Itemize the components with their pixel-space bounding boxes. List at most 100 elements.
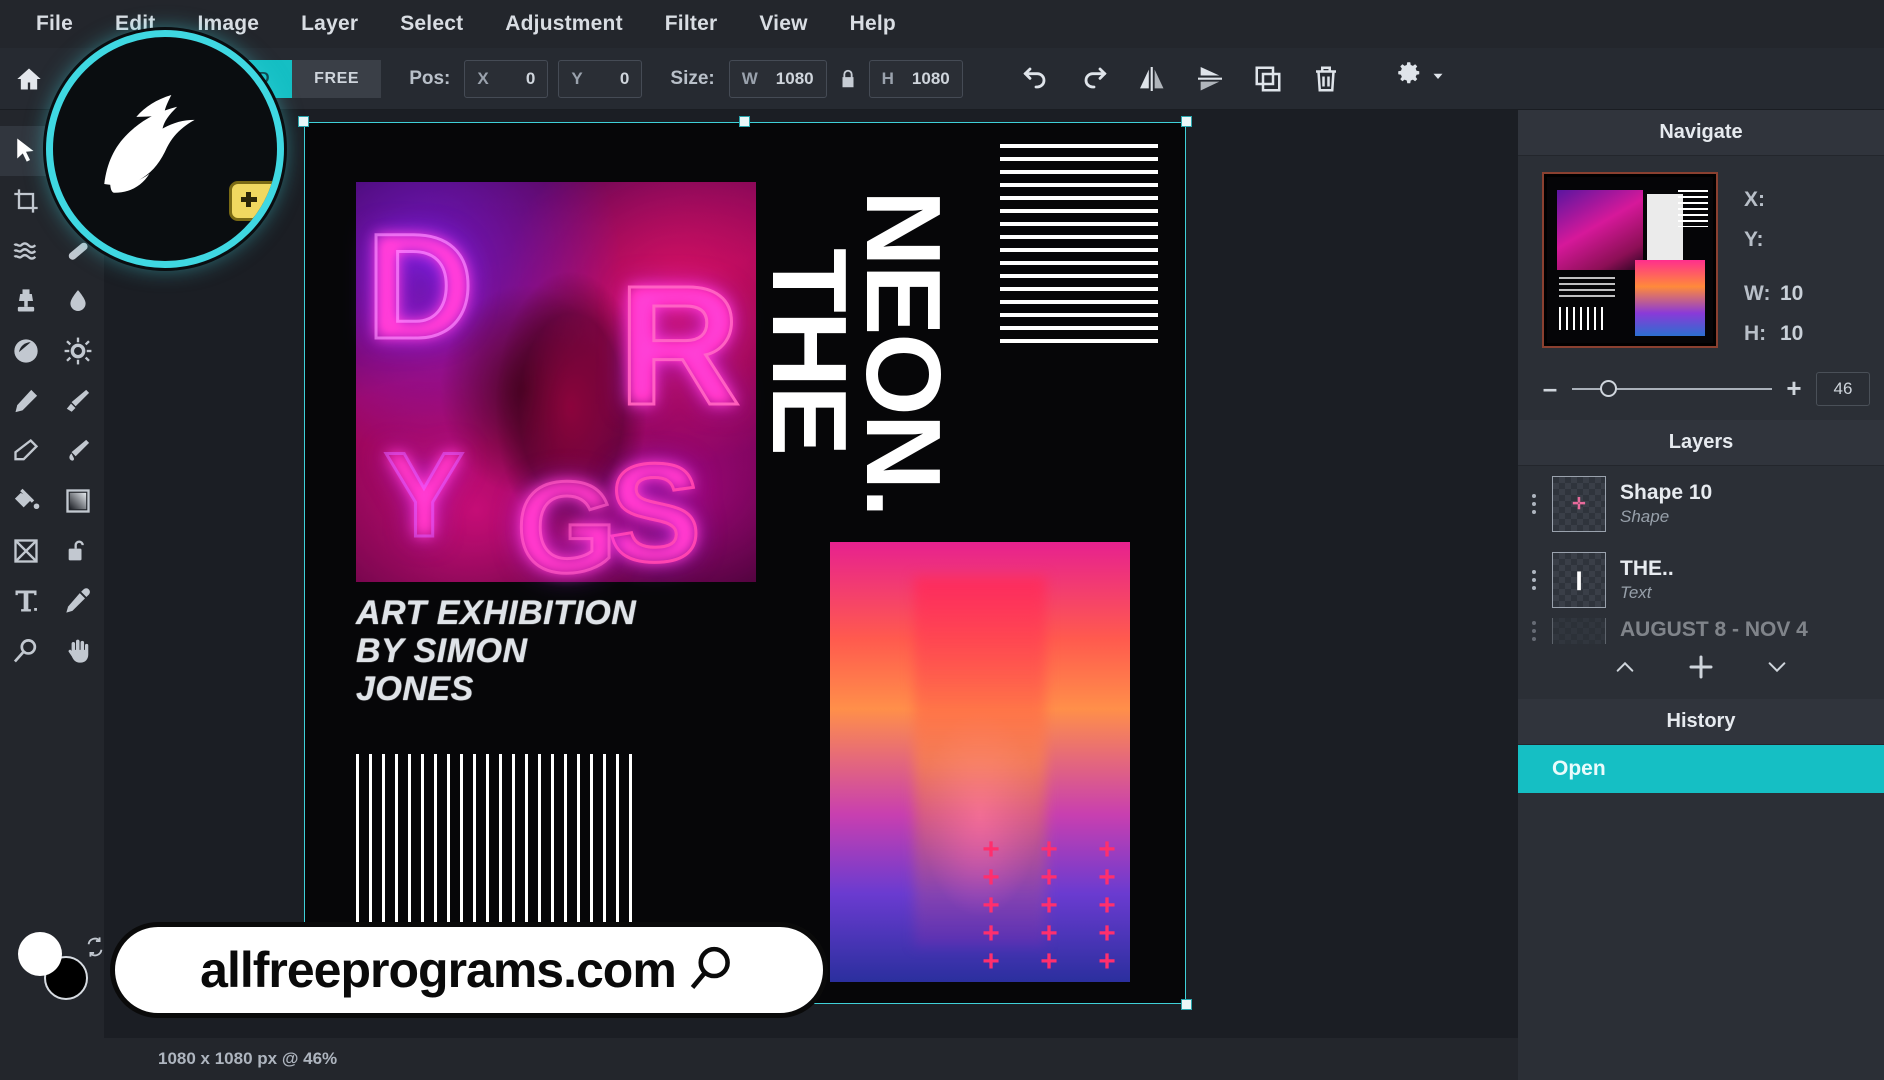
nav-x-label: X: <box>1744 180 1770 220</box>
shape-tool[interactable] <box>0 526 52 576</box>
clone-stamp-tool[interactable] <box>0 276 52 326</box>
magnifier-icon <box>686 942 738 999</box>
navigator-readout: X: Y: W:10 H:10 <box>1744 172 1803 354</box>
eyedropper-tool[interactable] <box>52 576 104 626</box>
preview-credits <box>1559 277 1615 297</box>
text-tool[interactable] <box>0 576 52 626</box>
layer-thumb-mark: ❙ <box>1571 569 1586 590</box>
layer-item[interactable]: AUGUST 8 - NOV 4 <box>1518 618 1884 644</box>
free-button[interactable]: FREE <box>292 60 381 98</box>
menu-file[interactable]: File <box>36 12 73 36</box>
navigator-thumbnail[interactable] <box>1542 172 1718 348</box>
pos-x-key: X <box>477 69 488 89</box>
zoom-value-field[interactable]: 46 <box>1816 372 1870 406</box>
layer-drag-handle[interactable] <box>1530 570 1538 590</box>
trash-icon[interactable] <box>1309 62 1343 96</box>
redo-icon[interactable] <box>1077 62 1111 96</box>
menu-view[interactable]: View <box>759 12 807 36</box>
preview-stripes <box>1678 190 1708 227</box>
duplicate-icon[interactable] <box>1251 62 1285 96</box>
nav-w-label: W: <box>1744 274 1770 314</box>
layer-meta: THE.. Text <box>1620 556 1674 602</box>
navigate-panel: X: Y: W:10 H:10 <box>1518 156 1884 362</box>
watermark-text: allfreeprograms.com <box>200 941 676 999</box>
menu-bar: File Edit Image Layer Select Adjustment … <box>0 0 1884 48</box>
menu-select[interactable]: Select <box>400 12 463 36</box>
wolf-logo <box>46 30 284 268</box>
size-label: Size: <box>670 68 714 90</box>
zoom-out-button[interactable]: – <box>1540 373 1560 404</box>
zoom-slider[interactable] <box>1572 379 1772 399</box>
resize-handle-bottom-right[interactable] <box>1181 999 1192 1010</box>
size-h-field[interactable]: H 1080 <box>869 60 963 98</box>
flip-vertical-icon[interactable] <box>1193 62 1227 96</box>
resize-handle-top-right[interactable] <box>1181 116 1192 127</box>
sharpen-tool[interactable] <box>52 326 104 376</box>
selection-outline <box>304 122 1186 1004</box>
menu-image[interactable]: Image <box>197 12 259 36</box>
nav-y-label: Y: <box>1744 220 1770 260</box>
add-layer-icon[interactable] <box>1686 652 1716 687</box>
menu-adjustment[interactable]: Adjustment <box>505 12 623 36</box>
move-layer-down-icon[interactable] <box>1762 656 1792 683</box>
history-item-open[interactable]: Open <box>1518 745 1884 793</box>
pos-y-field[interactable]: Y 0 <box>558 60 642 98</box>
dodge-tool[interactable] <box>0 326 52 376</box>
color-swatches[interactable] <box>18 932 88 1002</box>
nav-w-value: 10 <box>1780 274 1803 314</box>
layer-name: THE.. <box>1620 556 1674 582</box>
zoom-tool[interactable] <box>0 626 52 676</box>
artboard[interactable]: D R S G Y THE NEON. + + + + <box>304 122 1186 1004</box>
layer-action-bar <box>1518 644 1884 699</box>
layer-thumbnail: ❙ <box>1552 552 1606 608</box>
zoom-control: – + 46 <box>1518 362 1884 420</box>
flip-horizontal-icon[interactable] <box>1135 62 1169 96</box>
size-w-field[interactable]: W 1080 <box>729 60 827 98</box>
smudge-tool[interactable] <box>52 426 104 476</box>
gamepad-icon <box>229 181 284 221</box>
home-icon[interactable] <box>0 65 58 93</box>
gradient-tool[interactable] <box>52 476 104 526</box>
move-layer-up-icon[interactable] <box>1610 656 1640 683</box>
layer-drag-handle[interactable] <box>1530 621 1538 641</box>
foreground-color-swatch[interactable] <box>18 932 62 976</box>
paint-bucket-tool[interactable] <box>0 476 52 526</box>
menu-help[interactable]: Help <box>850 12 896 36</box>
zoom-slider-knob[interactable] <box>1600 380 1617 397</box>
preview-corridor <box>1635 260 1705 336</box>
liquify-tool[interactable] <box>0 226 52 276</box>
lock-icon[interactable] <box>837 67 859 91</box>
unlock-tool[interactable] <box>52 526 104 576</box>
size-h-value: 1080 <box>912 69 950 89</box>
preview-bottom-stripes <box>1559 307 1609 330</box>
layer-name: Shape 10 <box>1620 480 1712 506</box>
brush-tool[interactable] <box>52 376 104 426</box>
crop-tool[interactable] <box>0 176 52 226</box>
layer-item[interactable]: ✛ Shape 10 Shape <box>1518 466 1884 542</box>
pos-x-field[interactable]: X 0 <box>464 60 548 98</box>
options-actions <box>1019 62 1343 96</box>
menu-layer[interactable]: Layer <box>301 12 358 36</box>
menu-filter[interactable]: Filter <box>665 12 718 36</box>
eraser-tool[interactable] <box>0 426 52 476</box>
status-bar: 1080 x 1080 px @ 46% <box>104 1038 1518 1080</box>
layer-meta: AUGUST 8 - NOV 4 <box>1620 618 1808 644</box>
settings-button[interactable] <box>1393 61 1447 96</box>
resize-handle-top-left[interactable] <box>298 116 309 127</box>
history-panel-title: History <box>1518 699 1884 745</box>
undo-icon[interactable] <box>1019 62 1053 96</box>
preview-photo <box>1557 190 1643 270</box>
layer-item[interactable]: ❙ THE.. Text <box>1518 542 1884 618</box>
nav-h-value: 10 <box>1780 314 1803 354</box>
move-tool[interactable] <box>0 126 52 176</box>
blur-tool[interactable] <box>52 276 104 326</box>
swap-colors-icon[interactable] <box>84 936 106 963</box>
options-bar: FIXED FREE Pos: X 0 Y 0 Size: W 1080 H 1… <box>0 48 1884 110</box>
size-w-value: 1080 <box>776 69 814 89</box>
pencil-tool[interactable] <box>0 376 52 426</box>
layer-drag-handle[interactable] <box>1530 494 1538 514</box>
layer-thumb-mark: ✛ <box>1572 494 1585 514</box>
hand-tool[interactable] <box>52 626 104 676</box>
zoom-in-button[interactable]: + <box>1784 373 1804 404</box>
resize-handle-top-center[interactable] <box>739 116 750 127</box>
